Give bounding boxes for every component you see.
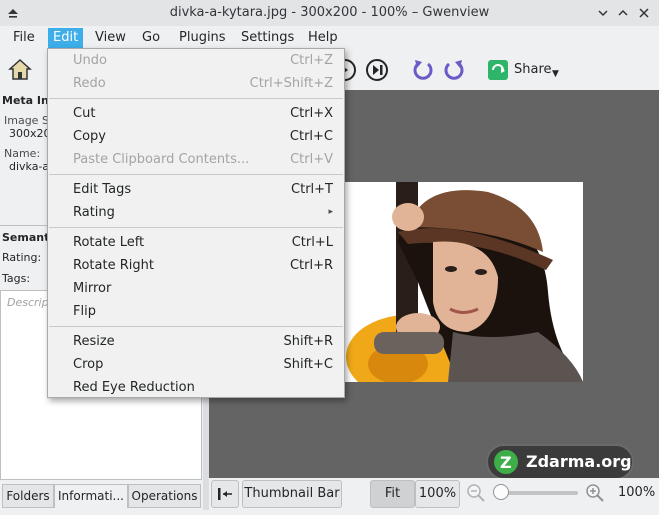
- zoom-out-icon[interactable]: [466, 483, 486, 507]
- menu-separator: [49, 174, 343, 175]
- tags-label: Tags:: [2, 272, 31, 285]
- sidebar-toggle-icon: [218, 488, 232, 500]
- tab-information[interactable]: Informati...: [54, 484, 128, 508]
- meta-info-heading: Meta Inf: [2, 94, 54, 107]
- menu-item-flip[interactable]: Flip: [48, 300, 344, 323]
- menu-edit[interactable]: Edit: [48, 28, 84, 48]
- name-value: divka-a: [9, 160, 50, 173]
- rotate-left-icon[interactable]: [410, 57, 436, 83]
- photo-girl-with-guitar: [338, 182, 583, 382]
- maximize-icon[interactable]: [616, 6, 630, 20]
- fit-button[interactable]: Fit: [370, 480, 415, 508]
- zoom-slider-handle[interactable]: [493, 484, 509, 500]
- watermark-text: Zdarma.org: [526, 452, 632, 471]
- image-size-value: 300x20: [9, 127, 51, 140]
- share-label: Share: [514, 62, 552, 77]
- menu-help[interactable]: Help: [303, 28, 343, 48]
- menu-view[interactable]: View: [90, 28, 131, 48]
- rating-label: Rating:: [2, 251, 42, 264]
- menu-plugins[interactable]: Plugins: [174, 28, 231, 48]
- title-bar: divka-a-kytara.jpg - 300x200 - 100% – Gw…: [0, 0, 659, 26]
- app-icon[interactable]: [6, 5, 20, 19]
- zoom-in-icon[interactable]: [585, 483, 605, 507]
- home-icon[interactable]: [7, 57, 33, 83]
- menu-file[interactable]: File: [8, 28, 40, 48]
- menu-item-edit-tags[interactable]: Edit Tags Ctrl+T: [48, 178, 344, 201]
- menu-item-paste[interactable]: Paste Clipboard Contents... Ctrl+V: [48, 148, 344, 171]
- minimize-icon[interactable]: [596, 6, 610, 20]
- tab-folders[interactable]: Folders: [2, 484, 54, 508]
- semantic-info-heading: Semant: [2, 231, 50, 244]
- menu-item-red-eye-reduction[interactable]: Red Eye Reduction: [48, 376, 344, 399]
- menu-item-crop[interactable]: Crop Shift+C: [48, 353, 344, 376]
- menu-separator: [49, 98, 343, 99]
- zoom-percentage: 100%: [618, 485, 656, 500]
- description-placeholder: Descrip: [7, 296, 49, 309]
- zoom-value-field[interactable]: 100%: [415, 480, 460, 508]
- image-size-label: Image S: [4, 114, 49, 127]
- menu-item-rotate-right[interactable]: Rotate Right Ctrl+R: [48, 254, 344, 277]
- submenu-arrow-icon: ▸: [328, 207, 333, 217]
- toggle-sidebar-button[interactable]: [211, 480, 239, 508]
- menu-item-undo[interactable]: Undo Ctrl+Z: [48, 49, 344, 72]
- watermark-badge: Z Zdarma.org: [486, 444, 634, 480]
- menu-separator: [49, 326, 343, 327]
- menu-settings[interactable]: Settings: [236, 28, 299, 48]
- menu-item-rotate-left[interactable]: Rotate Left Ctrl+L: [48, 231, 344, 254]
- thumbnail-bar-button[interactable]: Thumbnail Bar: [242, 480, 342, 508]
- menu-go[interactable]: Go: [137, 28, 165, 48]
- name-label: Name:: [4, 147, 41, 160]
- edit-menu-dropdown: Undo Ctrl+Z Redo Ctrl+Shift+Z Cut Ctrl+X Co…: [47, 48, 345, 398]
- share-icon: [488, 60, 508, 80]
- menu-item-mirror[interactable]: Mirror: [48, 277, 344, 300]
- menu-item-rating[interactable]: Rating ▸: [48, 201, 344, 224]
- close-icon[interactable]: [637, 6, 651, 20]
- tab-operations[interactable]: Operations: [128, 484, 201, 508]
- menu-item-copy[interactable]: Copy Ctrl+C: [48, 125, 344, 148]
- zdarma-logo-icon: Z: [494, 450, 518, 474]
- menu-bar: File Edit View Go Plugins Settings Help: [0, 26, 659, 50]
- share-dropdown-icon: ▼: [552, 69, 559, 79]
- next-icon[interactable]: [364, 57, 390, 83]
- svg-text:Z: Z: [500, 453, 512, 472]
- menu-separator: [49, 227, 343, 228]
- menu-item-resize[interactable]: Resize Shift+R: [48, 330, 344, 353]
- rotate-right-icon[interactable]: [441, 57, 467, 83]
- window-title: divka-a-kytara.jpg - 300x200 - 100% – Gw…: [169, 5, 490, 20]
- menu-item-redo[interactable]: Redo Ctrl+Shift+Z: [48, 72, 344, 95]
- menu-item-cut[interactable]: Cut Ctrl+X: [48, 102, 344, 125]
